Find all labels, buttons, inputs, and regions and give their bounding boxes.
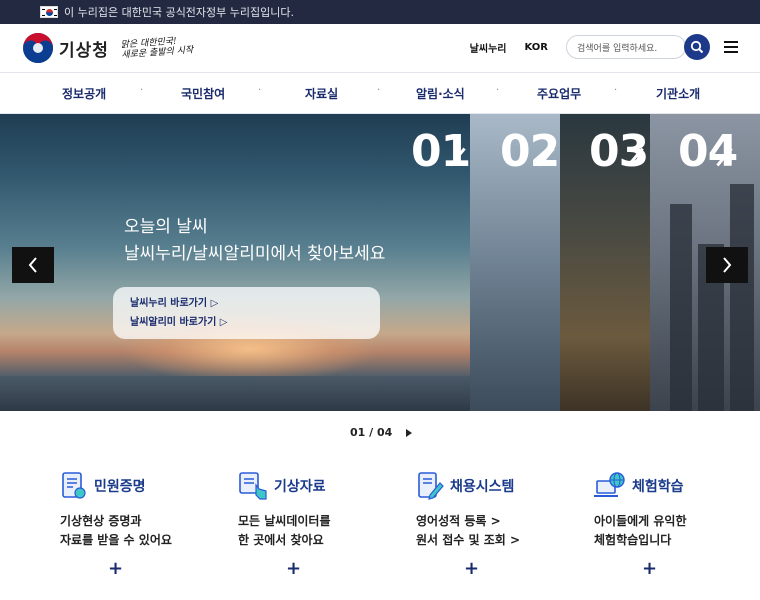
nav-participation[interactable]: 국민참여 bbox=[181, 85, 225, 102]
quick-link-desc-1: 모든 날씨데이터를 bbox=[238, 514, 331, 528]
nav-about[interactable]: 기관소개 bbox=[656, 85, 700, 102]
slogan: 맑은 대한민국! 새로운 출발의 시작 bbox=[120, 36, 193, 61]
slide-counter: 01 / 04 bbox=[350, 426, 393, 439]
next-slide-button[interactable] bbox=[706, 247, 748, 283]
quick-link-title: 체험학습 bbox=[632, 479, 684, 495]
quick-link-desc-2: 한 곳에서 찾아요 bbox=[238, 533, 324, 547]
nav-separator: · bbox=[258, 85, 262, 96]
search-icon bbox=[690, 40, 704, 54]
gov-banner-text: 이 누리집은 대한민국 공식전자정부 누리집입니다. bbox=[64, 6, 295, 19]
nav-separator: · bbox=[496, 85, 500, 96]
hero-title-line-1: 오늘의 날씨 bbox=[124, 217, 208, 237]
site-logo[interactable]: 기상청 bbox=[22, 32, 109, 64]
slide-pager: 01 / 04 bbox=[350, 426, 413, 439]
search-button[interactable] bbox=[684, 34, 710, 60]
quick-link-recruitment[interactable]: 채용시스템 영어성적 등록 > 원서 접수 및 조회 > + bbox=[416, 470, 596, 579]
chevron-right-icon bbox=[723, 257, 732, 273]
nav-main-tasks[interactable]: 주요업무 bbox=[537, 85, 581, 102]
hero-title: 오늘의 날씨 날씨누리/날씨알리미에서 찾아보세요 bbox=[124, 214, 385, 268]
header-utilities: 날씨누리 KOR 검색어를 입력하세요. bbox=[470, 34, 738, 60]
quick-link-title: 기상자료 bbox=[274, 479, 326, 495]
sea-horizon bbox=[0, 376, 470, 411]
globe-laptop-icon bbox=[594, 472, 625, 497]
quick-link-desc-1: 아이들에게 유익한 bbox=[594, 514, 687, 528]
hero-link-card: 날씨누리 바로가기 ▷ 날씨알리미 바로가기 ▷ bbox=[113, 287, 380, 339]
korea-flag-icon bbox=[40, 6, 58, 18]
logo-name: 기상청 bbox=[59, 40, 109, 61]
weather-alimi-shortcut[interactable]: 날씨알리미 바로가기 ▷ bbox=[130, 313, 380, 332]
certificate-icon bbox=[62, 472, 86, 499]
weather-nuri-shortcut[interactable]: 날씨누리 바로가기 ▷ bbox=[130, 294, 380, 313]
plus-icon[interactable]: + bbox=[642, 558, 657, 579]
quick-link-title: 민원증명 bbox=[94, 479, 146, 495]
plus-icon[interactable]: + bbox=[464, 558, 479, 579]
hamburger-menu-icon[interactable] bbox=[724, 41, 738, 53]
quick-link-title: 채용시스템 bbox=[450, 479, 515, 495]
quick-link-desc-2: 자료를 받을 수 있어요 bbox=[60, 533, 172, 547]
data-touch-icon bbox=[239, 472, 267, 500]
plus-icon[interactable]: + bbox=[108, 558, 123, 579]
quick-link-desc-1: 기상현상 증명과 bbox=[60, 514, 142, 528]
nav-news[interactable]: 알림·소식 bbox=[416, 85, 465, 102]
quick-link-experience[interactable]: 체험학습 아이들에게 유익한 체험학습입니다 + bbox=[594, 470, 760, 579]
nav-info-disclosure[interactable]: 정보공개 bbox=[62, 85, 106, 102]
quick-link-desc-2: 체험학습입니다 bbox=[594, 533, 672, 547]
nav-separator: · bbox=[140, 85, 144, 96]
plus-icon[interactable]: + bbox=[286, 558, 301, 579]
language-link[interactable]: KOR bbox=[524, 42, 548, 53]
document-pen-icon bbox=[418, 472, 444, 500]
prev-slide-button[interactable] bbox=[12, 247, 54, 283]
gov-banner: 이 누리집은 대한민국 공식전자정부 누리집입니다. bbox=[0, 0, 760, 24]
hero-slider: 01 02 03 04 오늘의 날씨 날씨누리/날씨알리미에서 찾아보세요 날씨… bbox=[0, 114, 760, 411]
quick-link-weather-data[interactable]: 기상자료 모든 날씨데이터를 한 곳에서 찾아요 + bbox=[238, 470, 418, 579]
nav-separator: · bbox=[377, 85, 381, 96]
nav-resources[interactable]: 자료실 bbox=[305, 85, 338, 102]
site-header: 기상청 맑은 대한민국! 새로운 출발의 시작 날씨누리 KOR 검색어를 입력… bbox=[0, 24, 760, 72]
weather-nuri-link[interactable]: 날씨누리 bbox=[470, 40, 507, 55]
quick-link-desc-1: 영어성적 등록 > bbox=[416, 514, 501, 528]
chevron-left-icon bbox=[28, 257, 37, 273]
main-navigation: 정보공개 · 국민참여 · 자료실 · 알림·소식 · 주요업무 · 기관소개 bbox=[0, 72, 760, 114]
quick-link-desc-2: 원서 접수 및 조회 > bbox=[416, 533, 521, 547]
nav-separator: · bbox=[614, 85, 618, 96]
quick-link-certificate[interactable]: 민원증명 기상현상 증명과 자료를 받을 수 있어요 + bbox=[60, 470, 240, 579]
play-icon[interactable] bbox=[406, 428, 413, 437]
hero-title-line-2: 날씨누리/날씨알리미에서 찾아보세요 bbox=[124, 244, 386, 264]
government-emblem-icon bbox=[22, 32, 54, 64]
search-input[interactable]: 검색어를 입력하세요. bbox=[566, 35, 686, 59]
